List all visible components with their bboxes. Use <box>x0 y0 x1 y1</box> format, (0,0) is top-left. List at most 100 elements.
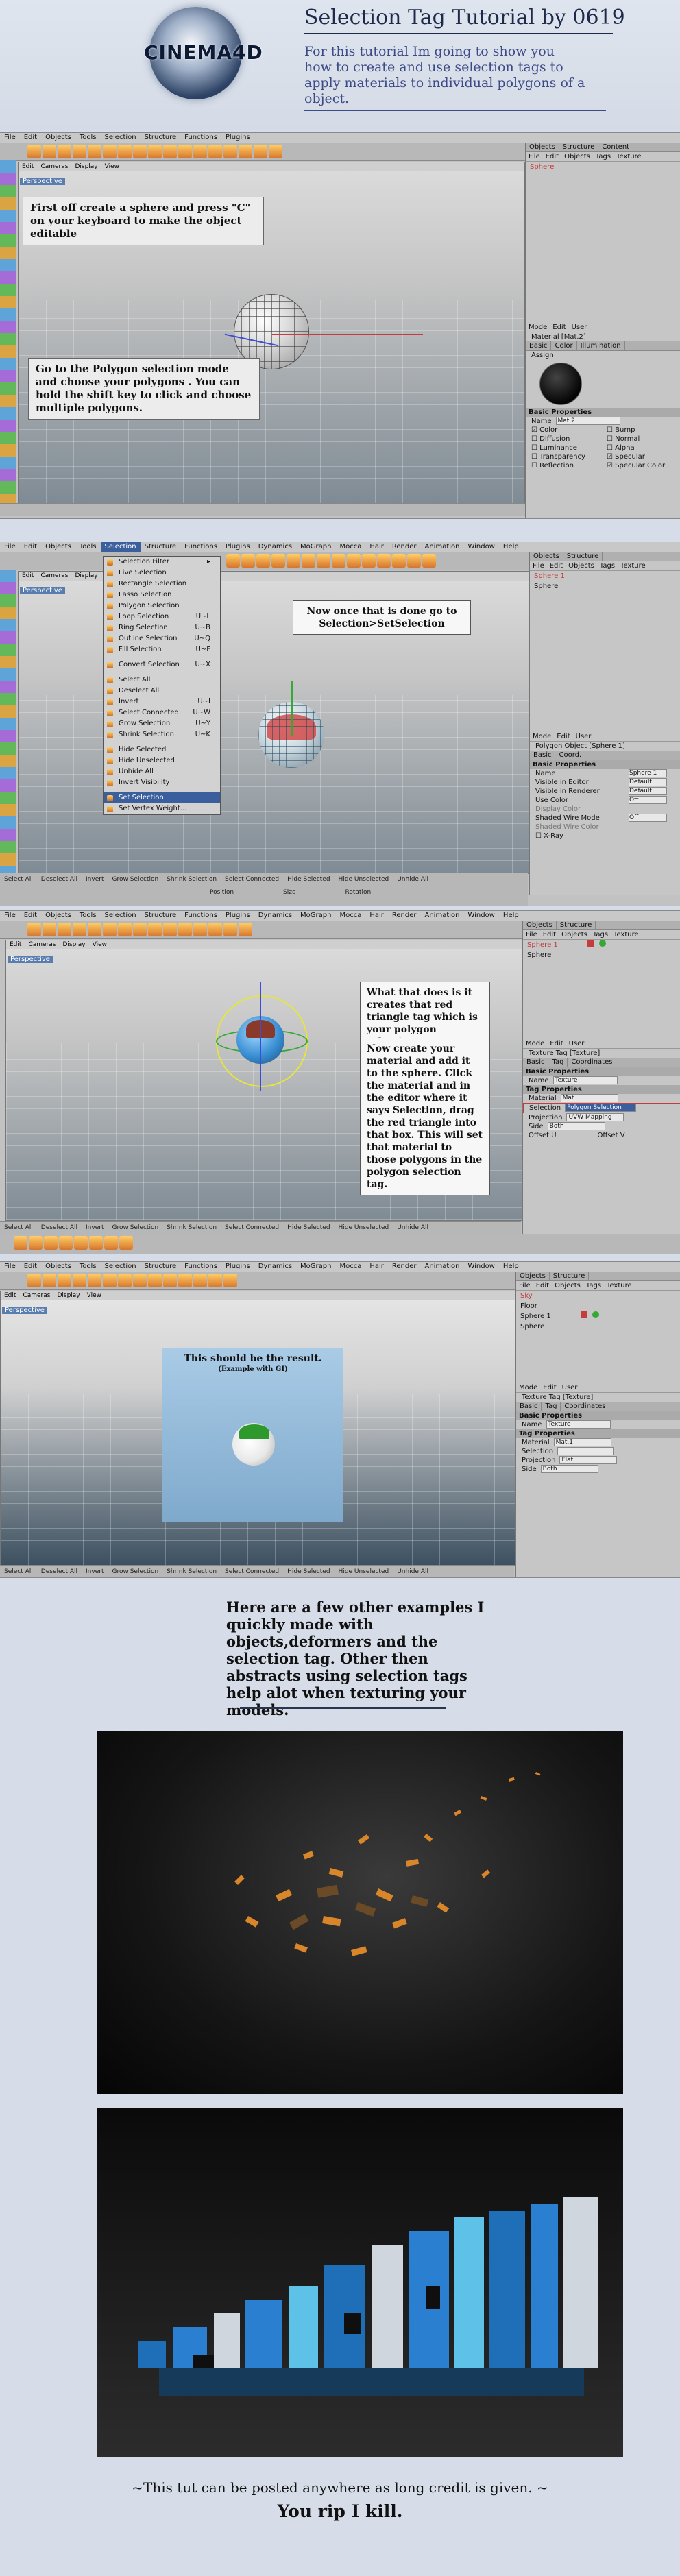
toolbar-icon-12[interactable] <box>193 1274 207 1287</box>
left-tool-palette[interactable] <box>0 570 16 878</box>
object-row-sky[interactable]: Sky <box>516 1291 680 1301</box>
move-icon[interactable] <box>42 145 56 158</box>
check-luminance[interactable]: ☐ Luminance <box>526 443 601 452</box>
toolbar-icon-10[interactable] <box>163 1274 177 1287</box>
check-reflection[interactable]: ☐ Reflection <box>526 461 601 470</box>
material-swatch-1[interactable] <box>14 1236 27 1250</box>
texture-tag-icon[interactable] <box>599 940 607 947</box>
toolbar-icon-e[interactable] <box>287 554 300 568</box>
toolbar-icon-1[interactable] <box>27 1274 41 1287</box>
menu-selection-open[interactable]: Selection <box>100 542 141 552</box>
toolbar-icon-k[interactable] <box>377 554 391 568</box>
left-tool-palette[interactable] <box>0 160 16 503</box>
y-axis-handle[interactable] <box>291 681 293 736</box>
toolbar-icon-i[interactable] <box>347 554 361 568</box>
object-row-sphere[interactable]: Sphere <box>516 1322 680 1332</box>
check-diffusion[interactable]: ☐ Diffusion <box>526 435 601 443</box>
viewport[interactable]: EditCamerasDisplayView Perspective Now o… <box>18 571 529 874</box>
vp-menu-view[interactable]: View <box>101 163 123 170</box>
toolbar-icon-3[interactable] <box>58 923 71 936</box>
toolbar-icon-m[interactable] <box>407 554 421 568</box>
toolbar-icon-l[interactable] <box>392 554 406 568</box>
toolbar-icon-7[interactable] <box>118 923 132 936</box>
menu-functions[interactable]: Functions <box>180 133 221 143</box>
menu-item-invert[interactable]: Invert U~I <box>104 696 220 707</box>
menu-item-fill-selection[interactable]: Fill Selection U~F <box>104 644 220 655</box>
menu-item-set-selection[interactable]: Set Selection <box>104 792 220 803</box>
tab-structure[interactable]: Structure <box>559 143 599 151</box>
menu-structure[interactable]: Structure <box>141 133 181 143</box>
world-icon[interactable] <box>133 145 147 158</box>
toolbar-icon-2[interactable] <box>42 1274 56 1287</box>
material-swatch-2[interactable] <box>29 1236 42 1250</box>
toolbar-icon-2[interactable] <box>42 923 56 936</box>
material-swatch-4[interactable] <box>59 1236 73 1250</box>
vp-menu-edit[interactable]: Edit <box>19 163 37 170</box>
menu-item-grow-selection[interactable]: Grow Selection U~Y <box>104 718 220 729</box>
light-icon[interactable] <box>269 145 282 158</box>
object-row-sphere[interactable]: Sphere <box>526 162 680 172</box>
selection-tag-icon[interactable] <box>587 940 594 947</box>
menu-item-shrink-selection[interactable]: Shrink Selection U~K <box>104 729 220 740</box>
toolbar-icon-c[interactable] <box>256 554 270 568</box>
toolbar-icon-5[interactable] <box>88 923 101 936</box>
material-swatch-7[interactable] <box>104 1236 118 1250</box>
toolbar-icon-6[interactable] <box>103 923 117 936</box>
vp-menu-cameras[interactable]: Cameras <box>37 163 71 170</box>
object-row-sphere-1[interactable]: Sphere 1 <box>516 1311 680 1322</box>
material-swatch-8[interactable] <box>119 1236 133 1250</box>
viewport[interactable]: Edit Cameras Display View Perspective First… <box>18 162 525 505</box>
toolbar-icon-g[interactable] <box>317 554 330 568</box>
object-row-sphere[interactable]: Sphere <box>523 950 680 960</box>
scene-icon[interactable] <box>239 145 252 158</box>
material-swatch-3[interactable] <box>44 1236 58 1250</box>
toolbar-icon-f[interactable] <box>302 554 315 568</box>
toolbar-icon-14[interactable] <box>223 1274 237 1287</box>
menu-tools[interactable]: Tools <box>75 133 101 143</box>
x-axis-icon[interactable] <box>88 145 101 158</box>
z-axis-icon[interactable] <box>118 145 132 158</box>
menu-item-selection-filter[interactable]: Selection Filter ▸ <box>104 557 220 568</box>
scale-icon[interactable] <box>58 145 71 158</box>
menu-item-convert-selection[interactable]: Convert Selection U~X <box>104 659 220 670</box>
menu-item-hide-selected[interactable]: Hide Selected <box>104 744 220 755</box>
menu-edit[interactable]: Edit <box>20 133 41 143</box>
toolbar-icon-d[interactable] <box>271 554 285 568</box>
check-normal[interactable]: ☐ Normal <box>601 435 677 443</box>
menu-file[interactable]: File <box>0 133 20 143</box>
tab-content[interactable]: Content <box>598 143 634 151</box>
x-axis-handle[interactable] <box>272 334 423 335</box>
menu-item-ring-selection[interactable]: Ring Selection U~B <box>104 622 220 633</box>
toolbar-icon-11[interactable] <box>178 923 192 936</box>
selection-field[interactable]: Polygon Selection <box>565 1104 637 1112</box>
toolbar-icon-1[interactable] <box>27 923 41 936</box>
check-specular[interactable]: ☑ Specular <box>601 452 677 461</box>
toolbar-icon-8[interactable] <box>133 1274 147 1287</box>
toolbar-icon-5[interactable] <box>88 1274 101 1287</box>
timeline-bar[interactable] <box>0 503 525 516</box>
nurbs-icon[interactable] <box>193 145 207 158</box>
object-row-sphere-1[interactable]: Sphere 1 <box>523 940 680 950</box>
object-row-sphere-1[interactable]: Sphere 1 <box>530 571 680 581</box>
toolbar-icon-n[interactable] <box>422 554 436 568</box>
menu-item-unhide-all[interactable]: Unhide All <box>104 766 220 777</box>
cube-icon[interactable] <box>178 145 192 158</box>
menu-item-deselect-all[interactable]: Deselect All <box>104 685 220 696</box>
menu-item-rectangle-selection[interactable]: Rectangle Selection <box>104 579 220 590</box>
toolbar-icon-15[interactable] <box>239 923 252 936</box>
check-bump[interactable]: ☐ Bump <box>601 426 677 435</box>
menu-item-invert-visibility[interactable]: Invert Visibility <box>104 777 220 788</box>
check-transparency[interactable]: ☐ Transparency <box>526 452 601 461</box>
toolbar-icon-10[interactable] <box>163 923 177 936</box>
menu-plugins[interactable]: Plugins <box>221 133 254 143</box>
toolbar-icon-9[interactable] <box>148 923 162 936</box>
toolbar-icon-6[interactable] <box>103 1274 117 1287</box>
texture-tag-icon[interactable] <box>592 1311 600 1318</box>
material-swatch-5[interactable] <box>74 1236 88 1250</box>
material-swatch-6[interactable] <box>89 1236 103 1250</box>
menu-item-set-vertex-weight[interactable]: Set Vertex Weight... <box>104 803 220 814</box>
check-specular-color[interactable]: ☑ Specular Color <box>601 461 677 470</box>
menu-objects[interactable]: Objects <box>41 133 75 143</box>
y-axis-icon[interactable] <box>103 145 117 158</box>
toolbar-icon-4[interactable] <box>73 1274 86 1287</box>
